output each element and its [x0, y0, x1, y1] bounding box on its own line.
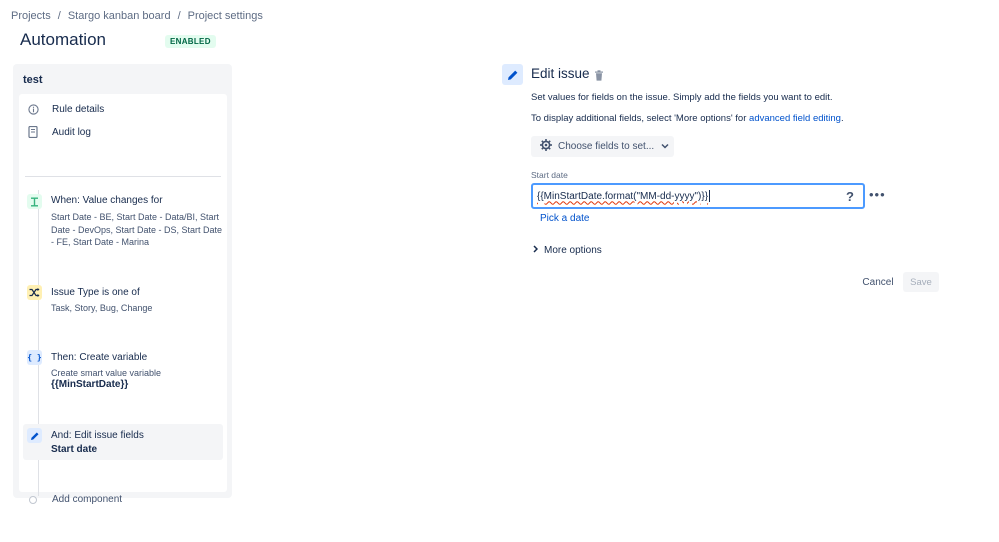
pencil-icon	[27, 428, 42, 443]
condition-step[interactable]: Issue Type is one of Task, Story, Bug, C…	[23, 281, 223, 315]
rule-component-list: Rule details Audit log When: Value chang…	[19, 94, 227, 505]
divider	[25, 176, 221, 177]
audit-log-label: Audit log	[52, 126, 91, 138]
step-title: Then: Create variable	[51, 352, 148, 363]
rule-details-link[interactable]: Rule details	[27, 103, 104, 115]
add-component-button[interactable]: Add component	[27, 494, 122, 505]
hint-text: To display additional fields, select 'Mo…	[531, 113, 750, 124]
step-description: Start Date - BE, Start Date - Data/BI, S…	[51, 212, 223, 247]
editor-title: Edit issue	[531, 66, 590, 81]
step-title: And: Edit issue fields	[51, 430, 144, 441]
edit-issue-pencil-icon	[502, 64, 523, 85]
breadcrumb-board[interactable]: Stargo kanban board	[68, 10, 171, 22]
chevron-down-icon	[661, 141, 669, 152]
audit-log-link[interactable]: Audit log	[27, 126, 91, 138]
breadcrumb-separator: /	[177, 10, 181, 22]
step-description: Create smart value variable	[51, 368, 162, 378]
chevron-right-icon	[533, 245, 539, 256]
page-title: Automation	[20, 30, 106, 49]
trigger-step[interactable]: When: Value changes for Start Date - BE,…	[23, 190, 223, 250]
hint-period: .	[840, 113, 844, 124]
start-date-label: Start date	[531, 170, 568, 180]
smart-value-help-icon[interactable]: ?	[846, 189, 854, 204]
advanced-field-editing-link[interactable]: advanced field editing	[749, 113, 841, 124]
status-badge: ENABLED	[165, 35, 216, 48]
advanced-editing-hint: To display additional fields, select 'Mo…	[531, 113, 844, 124]
breadcrumb: Projects / Stargo kanban board / Project…	[11, 10, 263, 22]
start-date-input[interactable]: {{MinStartDate.format("MM-dd-yyyy")}}	[531, 183, 865, 209]
choose-fields-button[interactable]: Choose fields to set...	[531, 136, 674, 157]
choose-fields-label: Choose fields to set...	[558, 141, 655, 152]
gear-icon	[540, 139, 552, 154]
step-title: Issue Type is one of	[51, 287, 140, 298]
cancel-button[interactable]: Cancel	[857, 272, 899, 292]
text-caret	[709, 190, 711, 202]
breadcrumb-separator: /	[57, 10, 61, 22]
add-component-label: Add component	[52, 494, 123, 505]
more-options-toggle[interactable]: More options	[533, 245, 602, 256]
step-description: Start date	[51, 444, 98, 455]
info-icon	[27, 103, 39, 115]
condition-shuffle-icon	[27, 285, 42, 300]
step-variable-name: {{MinStartDate}}	[51, 379, 129, 390]
step-description: Task, Story, Bug, Change	[51, 303, 153, 313]
trigger-icon	[27, 194, 42, 209]
breadcrumb-projects[interactable]: Projects	[11, 10, 51, 22]
start-date-value: {{MinStartDate.format("MM-dd-yyyy")}}	[537, 190, 709, 202]
braces-icon: { }	[27, 350, 42, 365]
step-title: When: Value changes for	[51, 195, 163, 206]
pick-a-date-link[interactable]: Pick a date	[540, 213, 589, 224]
rule-panel: test Rule details Audit log When: Value …	[13, 64, 232, 505]
save-button[interactable]: Save	[903, 272, 939, 292]
edit-issue-step[interactable]: And: Edit issue fields Start date	[23, 424, 223, 460]
trash-icon[interactable]	[594, 68, 604, 81]
add-dot-icon	[29, 495, 37, 504]
editor-description: Set values for fields on the issue. Simp…	[531, 92, 833, 103]
document-icon	[27, 126, 39, 138]
more-options-label: More options	[544, 245, 602, 256]
more-actions-icon[interactable]: •••	[869, 188, 886, 201]
rule-details-label: Rule details	[52, 103, 105, 115]
breadcrumb-project-settings[interactable]: Project settings	[188, 10, 263, 22]
create-variable-step[interactable]: { } Then: Create variable Create smart v…	[23, 346, 223, 392]
rule-name: test	[23, 74, 43, 86]
